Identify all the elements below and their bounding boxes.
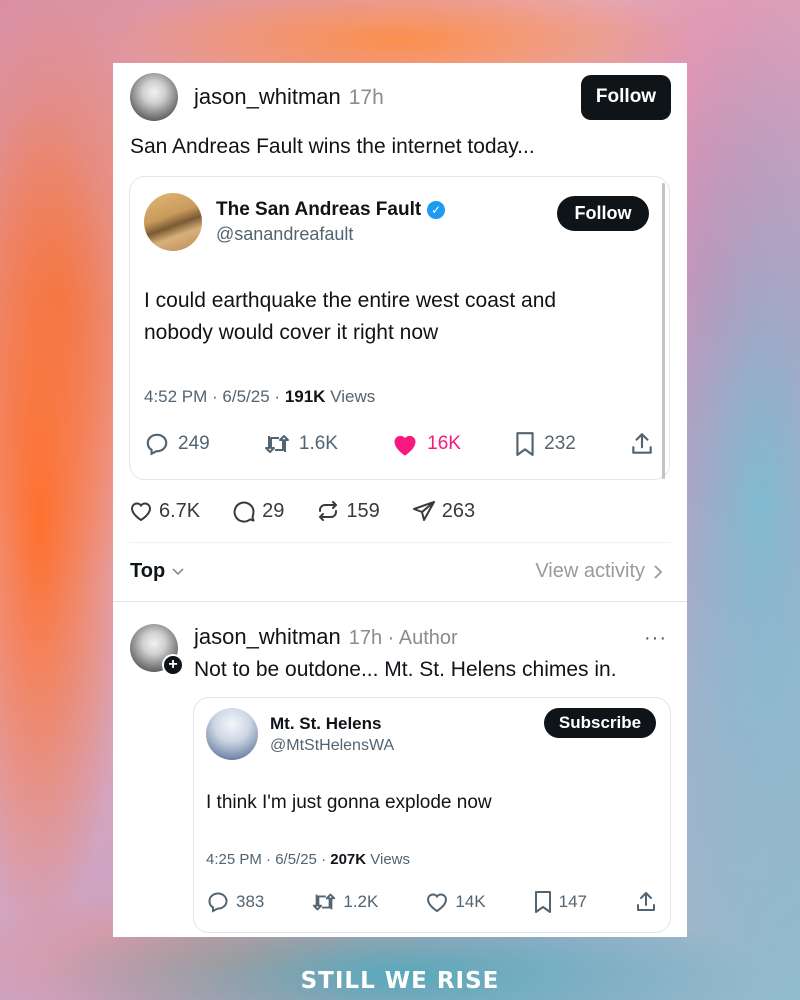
post-like-count: 6.7K — [159, 499, 201, 522]
reply-quoted-handle: @MtStHelensWA — [270, 736, 395, 754]
quoted-handle: @sanandreafault — [216, 224, 354, 244]
reply-icon — [146, 433, 168, 456]
heart-filled-icon — [394, 435, 416, 456]
post-repost-count: 159 — [346, 499, 380, 522]
post-reply-count: 29 — [262, 499, 285, 522]
chevron-down-icon — [172, 567, 184, 575]
reply-count: 249 — [178, 433, 210, 454]
reply-quoted-timestamp: 4:25 PM · 6/5/25 · — [206, 851, 327, 868]
send-icon — [412, 501, 435, 521]
bookmark-count: 232 — [544, 433, 576, 454]
post-time: 17h — [348, 86, 384, 109]
reply-quoted-reply-count: 383 — [236, 892, 265, 911]
view-activity-label: View activity — [535, 560, 645, 582]
share-action[interactable] — [629, 431, 655, 457]
post-author-username[interactable]: jason_whitman — [194, 84, 341, 110]
divider — [129, 542, 671, 543]
quoted-tweet-timestamp: 4:52 PM · 6/5/25 · — [144, 387, 281, 406]
post-share-count: 263 — [441, 499, 476, 522]
quoted-tweet[interactable]: The San Andreas Fault ✓ @sanandreafault … — [129, 176, 670, 480]
post-header: jason_whitman 17h Follow — [130, 72, 671, 122]
reply-icon — [208, 892, 228, 913]
reply-author-username[interactable]: jason_whitman — [194, 624, 341, 650]
post-text: San Andreas Fault wins the internet toda… — [130, 135, 535, 158]
reply-quoted-tweet[interactable]: Mt. St. Helens @MtStHelensWA Subscribe I… — [193, 697, 671, 933]
retweet-count: 1.6K — [298, 433, 338, 454]
follow-button[interactable]: Follow — [581, 74, 671, 120]
reply-time: 17h · Author — [348, 627, 458, 649]
reply-quoted-like-action[interactable]: 14K — [425, 891, 486, 913]
chevron-right-icon — [654, 564, 663, 579]
post-reply-action[interactable]: 29 — [232, 499, 284, 523]
post-share-action[interactable]: 263 — [412, 499, 475, 523]
more-options-icon[interactable]: ··· — [644, 627, 667, 650]
reply-quoted-bookmark-action[interactable]: 147 — [533, 890, 587, 914]
avatar[interactable] — [144, 193, 202, 251]
repost-icon — [319, 501, 338, 521]
bookmark-action[interactable]: 232 — [514, 431, 576, 457]
quoted-display-name[interactable]: The San Andreas Fault — [216, 199, 421, 221]
reply-quoted-reply-action[interactable]: 383 — [206, 890, 264, 914]
add-follow-icon[interactable]: + — [162, 654, 184, 676]
sort-dropdown[interactable]: Top — [130, 560, 185, 583]
reply-avatar-wrap: + — [130, 624, 184, 676]
retweet-icon — [313, 893, 336, 911]
bookmark-icon — [516, 432, 534, 456]
threads-post-card: jason_whitman 17h Follow San Andreas Fau… — [113, 63, 687, 937]
divider — [113, 601, 687, 602]
quoted-tweet-meta: 4:52 PM · 6/5/25 · 191K Views — [144, 387, 375, 407]
bookmark-icon — [534, 891, 551, 913]
reply-quoted-like-count: 14K — [455, 892, 486, 911]
post-like-action[interactable]: 6.7K — [129, 500, 200, 523]
share-icon — [632, 433, 652, 454]
post-repost-action[interactable]: 159 — [316, 499, 380, 523]
reply-quoted-display-name[interactable]: Mt. St. Helens — [270, 714, 394, 734]
subscribe-button[interactable]: Subscribe — [544, 708, 656, 738]
reply-quoted-meta: 4:25 PM · 6/5/25 · 207K Views — [206, 851, 410, 868]
retweet-action[interactable]: 1.6K — [263, 431, 338, 457]
reply-quoted-bookmark-count: 147 — [558, 892, 587, 911]
share-icon — [636, 892, 655, 911]
avatar[interactable] — [130, 73, 178, 121]
avatar[interactable] — [206, 708, 258, 760]
quoted-tweet-views-count: 191K — [284, 387, 326, 406]
reply-quoted-text: I think I'm just gonna explode now — [206, 792, 492, 813]
brand-watermark: STILL WE RISE — [300, 968, 500, 994]
reply-quoted-views-label: Views — [370, 851, 411, 868]
sort-label: Top — [130, 560, 166, 582]
reply-quoted-views-count: 207K — [330, 851, 367, 868]
scrollbar[interactable] — [662, 183, 665, 479]
like-action[interactable]: 16K — [391, 431, 461, 457]
heart-icon — [130, 502, 152, 522]
verified-badge-icon: ✓ — [427, 201, 446, 219]
retweet-icon — [264, 435, 289, 453]
reply-quoted-retweet-count: 1.2K — [343, 892, 379, 911]
reply-quoted-retweet-action[interactable]: 1.2K — [311, 890, 378, 914]
quoted-tweet-views-label: Views — [330, 387, 376, 406]
heart-icon — [427, 893, 448, 913]
view-activity-link[interactable]: View activity — [535, 560, 663, 583]
quoted-follow-button[interactable]: Follow — [557, 195, 649, 231]
reply-action[interactable]: 249 — [144, 431, 210, 457]
reply-text: Not to be outdone... Mt. St. Helens chim… — [194, 658, 617, 681]
quoted-tweet-text: I could earthquake the entire west coast… — [144, 289, 557, 344]
comment-icon — [233, 501, 255, 523]
like-count: 16K — [427, 433, 461, 454]
reply-quoted-share-action[interactable] — [634, 890, 658, 914]
